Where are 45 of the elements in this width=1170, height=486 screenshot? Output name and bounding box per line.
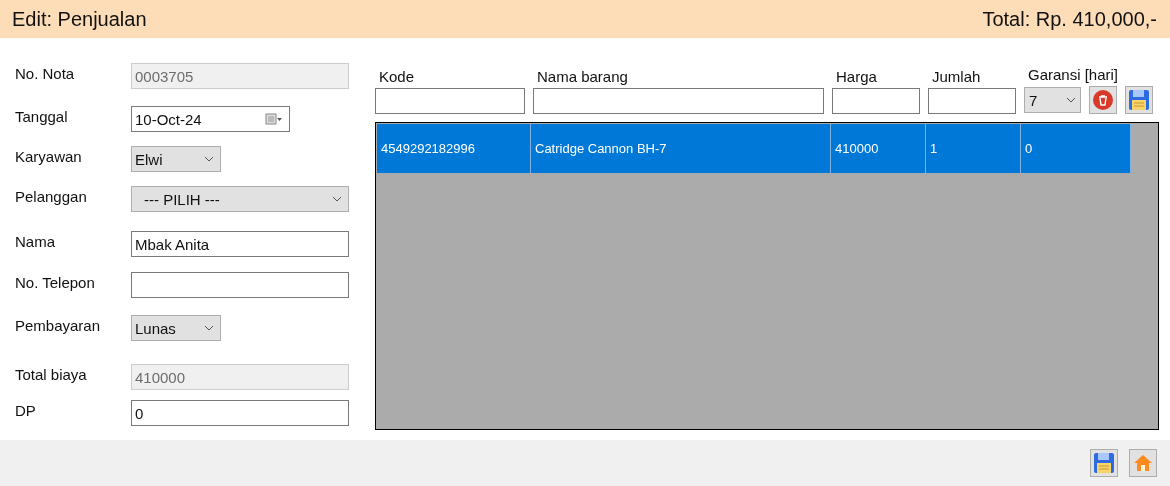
input-field[interactable]: [832, 88, 920, 114]
column-label: Harga: [835, 68, 878, 85]
table-cell: 410000: [831, 124, 926, 173]
dropdown[interactable]: 7: [1024, 87, 1081, 113]
table-cell: Catridge Cannon BH-7: [531, 124, 831, 173]
field-label: Total biaya: [15, 366, 88, 383]
field-label: DP: [15, 402, 37, 419]
house-icon: [1132, 452, 1154, 474]
total-label: Total: Rp. 410,000,-: [982, 7, 1157, 31]
field-label: No. Nota: [15, 65, 76, 82]
input-field[interactable]: [131, 272, 349, 298]
field-label: Pembayaran: [15, 317, 102, 334]
table-row[interactable]: 4549292182996 Catridge Cannon BH-7 410000 1 0: [377, 124, 1131, 173]
dropdown[interactable]: Lunas: [131, 315, 221, 341]
input-field[interactable]: Mbak Anita: [131, 231, 349, 257]
delete-button[interactable]: [1089, 86, 1117, 114]
table-cell: 0: [1021, 124, 1131, 173]
column-label: Nama barang: [536, 68, 629, 85]
input-field[interactable]: [533, 88, 824, 114]
date-picker[interactable]: 10-Oct-24: [131, 106, 290, 132]
calendar-icon[interactable]: [265, 113, 283, 125]
dropdown-caret-icon: [204, 156, 214, 162]
dropdown[interactable]: Elwi: [131, 146, 221, 172]
input-field[interactable]: [375, 88, 525, 114]
trash-icon: [1092, 89, 1114, 111]
column-label: Jumlah: [931, 68, 982, 85]
field-label: Pelanggan: [15, 188, 88, 205]
field-label: Nama: [15, 233, 56, 250]
input-field[interactable]: 0: [131, 400, 349, 426]
home-button[interactable]: [1129, 449, 1157, 477]
input-field[interactable]: [928, 88, 1016, 114]
table-cell: 1: [926, 124, 1021, 173]
dropdown-caret-icon: [332, 196, 342, 202]
field-label: Tanggal: [15, 108, 69, 125]
column-label: Garansi [hari]: [1027, 66, 1120, 83]
save-button[interactable]: [1125, 86, 1153, 114]
dropdown-caret-icon: [204, 325, 214, 331]
window-title: Edit: Penjualan: [12, 7, 147, 31]
dropdown-caret-icon: [1066, 97, 1076, 103]
save-button[interactable]: [1090, 449, 1118, 477]
dropdown[interactable]: --- PILIH ---: [131, 186, 349, 212]
table-cell: 4549292182996: [377, 124, 531, 173]
field-label: Karyawan: [15, 148, 83, 165]
field-label: No. Telepon: [15, 274, 96, 291]
column-label: Kode: [378, 68, 416, 85]
